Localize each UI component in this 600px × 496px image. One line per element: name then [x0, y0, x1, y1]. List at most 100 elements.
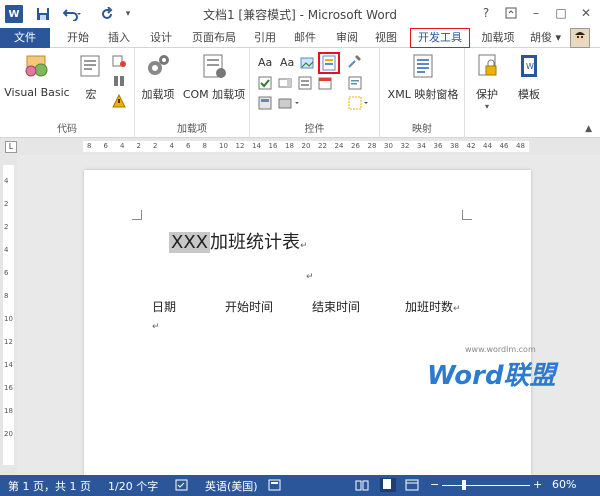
ruler-tick-label: 4	[120, 142, 125, 150]
restore-button[interactable]: □	[550, 2, 572, 24]
ruler-tick-label: 4	[4, 246, 9, 254]
tab-file[interactable]: 文件	[0, 28, 50, 48]
zoom-level[interactable]: 60%	[552, 478, 576, 491]
legacy-tools-icon[interactable]	[278, 96, 302, 110]
tab-review[interactable]: 审阅	[330, 28, 364, 48]
group-label-code: 代码	[57, 124, 77, 135]
dropdown-control-icon[interactable]	[298, 76, 312, 90]
zoom-slider[interactable]	[442, 485, 530, 486]
checkbox-control-icon[interactable]	[258, 76, 272, 90]
tab-design[interactable]: 设计	[144, 28, 178, 48]
picture-control-icon[interactable]	[300, 56, 314, 70]
building-block-control-icon[interactable]	[258, 96, 272, 110]
language[interactable]: 英语(美国)	[205, 478, 258, 494]
status-bar: 第 1 页，共 1 页 1/20 个字 英语(美国) − + 60%	[0, 475, 600, 496]
protect-button[interactable]: 保护 ▾	[469, 52, 505, 111]
zoom-out-button[interactable]: −	[430, 478, 439, 491]
proofing-icon[interactable]	[175, 479, 189, 494]
ruler-tick-label: 22	[318, 142, 327, 150]
tab-page-layout[interactable]: 页面布局	[184, 28, 244, 48]
document-canvas[interactable]: XXX 加班统计表↵ ↵ 日期 开始时间 结束时间 加班时数↵ ↵ www.wor…	[17, 155, 600, 475]
ruler-tick-label: 36	[433, 142, 443, 150]
zoom-slider-thumb[interactable]	[462, 480, 466, 490]
templates-button[interactable]: W 模板	[511, 52, 547, 102]
ribbon-display-icon[interactable]	[500, 2, 522, 24]
ruler-tick-label: 14	[4, 361, 13, 369]
tab-developer[interactable]: 开发工具	[410, 28, 470, 48]
ruler-tick-label: 30	[384, 142, 393, 150]
ruler-tick-label: 12	[4, 338, 13, 346]
plain-text-control-icon[interactable]: Aa	[280, 56, 298, 70]
macros-button[interactable]: 宏	[76, 52, 106, 102]
document-title[interactable]: XXX 加班统计表↵	[169, 228, 308, 254]
macro-security-icon[interactable]	[112, 93, 126, 108]
zoom-in-button[interactable]: +	[533, 478, 542, 491]
ruler-tick-label: 28	[367, 142, 377, 150]
watermark-brand: Word联盟	[427, 361, 556, 391]
horizontal-ruler[interactable]: L 8 6 4 2 2 4 6 8 10 12 14 16 18 20 22 24 26 28 30 32 34 36 38…	[0, 138, 600, 155]
ruler-tick-label: 6	[186, 142, 191, 150]
templates-label: 模板	[518, 88, 540, 101]
ruler-tick-label: 18	[4, 407, 13, 415]
com-addins-icon	[200, 52, 228, 80]
minimize-button[interactable]: –	[525, 2, 547, 24]
page-count[interactable]: 第 1 页，共 1 页	[8, 478, 91, 494]
ruler-tick-label: 38	[450, 142, 459, 150]
svg-text:W: W	[526, 62, 534, 71]
group-control-icon[interactable]	[348, 96, 370, 110]
ruler-tick-label: 4	[4, 177, 9, 185]
tab-mailings[interactable]: 邮件	[288, 28, 322, 48]
tab-addins[interactable]: 加载项	[475, 28, 521, 48]
ruler-tick-label: 8	[87, 142, 92, 150]
ruler-tick-label: 14	[252, 142, 261, 150]
group-label-mapping: 映射	[412, 124, 432, 135]
visual-basic-icon	[23, 52, 51, 80]
date-picker-control-icon[interactable]	[318, 76, 332, 90]
gear-icon	[144, 52, 172, 80]
print-layout-icon[interactable]	[380, 478, 396, 492]
ruler-tick-label: 6	[4, 269, 9, 277]
xml-mapping-pane-button[interactable]: XML 映射窗格	[384, 52, 462, 102]
group-protect-templates: 保护 ▾ W 模板 ▲	[465, 48, 600, 138]
help-icon[interactable]: ?	[475, 2, 497, 24]
design-mode-button[interactable]	[318, 52, 340, 74]
close-button[interactable]: ✕	[575, 2, 597, 24]
title-text: 加班统计表	[210, 232, 300, 253]
avatar[interactable]	[570, 28, 590, 48]
pause-macro-icon[interactable]	[112, 74, 126, 88]
ruler-tick-label: 48	[516, 142, 525, 150]
record-macro-icon[interactable]	[112, 54, 126, 68]
ruler-tick-label: 2	[4, 223, 9, 231]
user-account[interactable]: 胡俊 ▾	[530, 28, 561, 48]
group-code: Visual Basic 宏 代码	[0, 48, 135, 138]
view-code-icon[interactable]	[348, 76, 362, 90]
ruler-tick-label: 12	[235, 142, 245, 150]
tab-view[interactable]: 视图	[368, 28, 404, 48]
read-mode-icon[interactable]	[355, 479, 369, 494]
ruler-tick-label: 20	[301, 142, 311, 150]
rich-text-control-icon[interactable]: Aa	[258, 56, 276, 70]
crop-mark	[462, 210, 472, 220]
visual-basic-button[interactable]: Visual Basic	[4, 52, 70, 99]
addins-button[interactable]: 加载项	[140, 52, 176, 102]
com-addins-button[interactable]: COM 加载项	[181, 52, 247, 102]
vertical-ruler[interactable]: 4 2 2 4 6 8 10 12 14 16 18 20	[0, 155, 17, 475]
document-page[interactable]: XXX 加班统计表↵ ↵ 日期 开始时间 结束时间 加班时数↵ ↵	[84, 170, 531, 475]
tab-references[interactable]: 引用	[248, 28, 282, 48]
tab-insert[interactable]: 插入	[102, 28, 136, 48]
tab-selector[interactable]: L	[5, 141, 17, 153]
properties-icon[interactable]	[348, 54, 362, 68]
visual-basic-label: Visual Basic	[4, 86, 70, 99]
combobox-control-icon[interactable]	[278, 76, 292, 90]
collapse-ribbon-icon[interactable]: ▲	[585, 124, 592, 134]
ruler-tick-label: 6	[103, 142, 108, 150]
com-addins-label: COM 加载项	[182, 88, 246, 101]
web-layout-icon[interactable]	[405, 479, 419, 494]
ruler-tick-label: 2	[136, 142, 141, 150]
ruler-tick-label: 26	[351, 142, 360, 150]
paragraph-mark: ↵	[152, 322, 160, 332]
tab-home[interactable]: 开始	[60, 28, 96, 48]
macro-record-icon[interactable]	[268, 479, 282, 494]
ruler-tick-label: 4	[169, 142, 174, 150]
word-count[interactable]: 1/20 个字	[108, 478, 158, 494]
